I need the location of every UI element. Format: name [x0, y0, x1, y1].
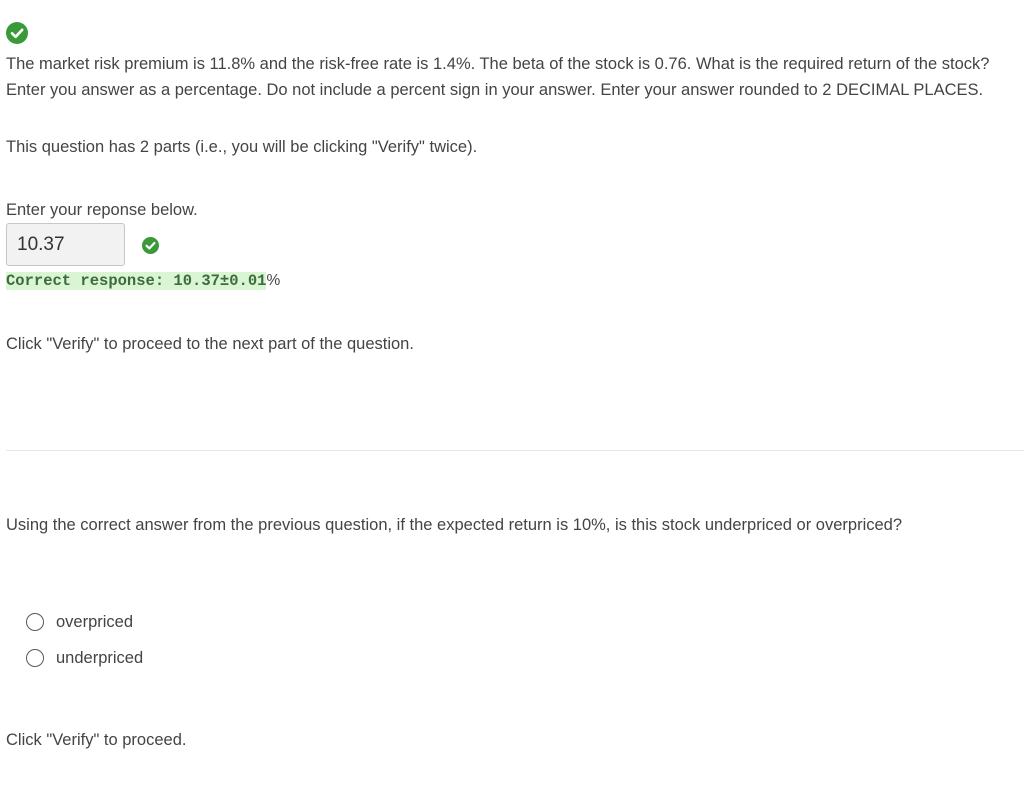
radio-button[interactable] — [26, 613, 44, 631]
parts-note: This question has 2 parts (i.e., you wil… — [6, 138, 478, 156]
correct-response-unit: % — [266, 272, 281, 289]
answer-input[interactable] — [6, 223, 125, 266]
check-circle-icon — [6, 22, 28, 44]
response-prompt: Enter your reponse below. — [6, 201, 198, 219]
option-underpriced[interactable]: underpriced — [26, 646, 143, 670]
question-text: The market risk premium is 11.8% and the… — [6, 55, 990, 99]
verify-instruction-part2: Click "Verify" to proceed. — [6, 731, 187, 749]
option-overpriced[interactable]: overpriced — [26, 610, 133, 634]
section-divider — [6, 450, 1024, 451]
option-label: underpriced — [56, 649, 144, 667]
verify-instruction-part1: Click "Verify" to proceed to the next pa… — [6, 335, 414, 353]
correct-response-label: Correct response: 10.37±0.01 — [6, 272, 267, 290]
radio-button[interactable] — [26, 649, 44, 667]
question-2-text: Using the correct answer from the previo… — [6, 516, 903, 534]
option-label: overpriced — [56, 613, 134, 631]
answer-correct-check-icon — [142, 237, 159, 254]
correct-response: Correct response: 10.37±0.01% — [6, 270, 280, 292]
